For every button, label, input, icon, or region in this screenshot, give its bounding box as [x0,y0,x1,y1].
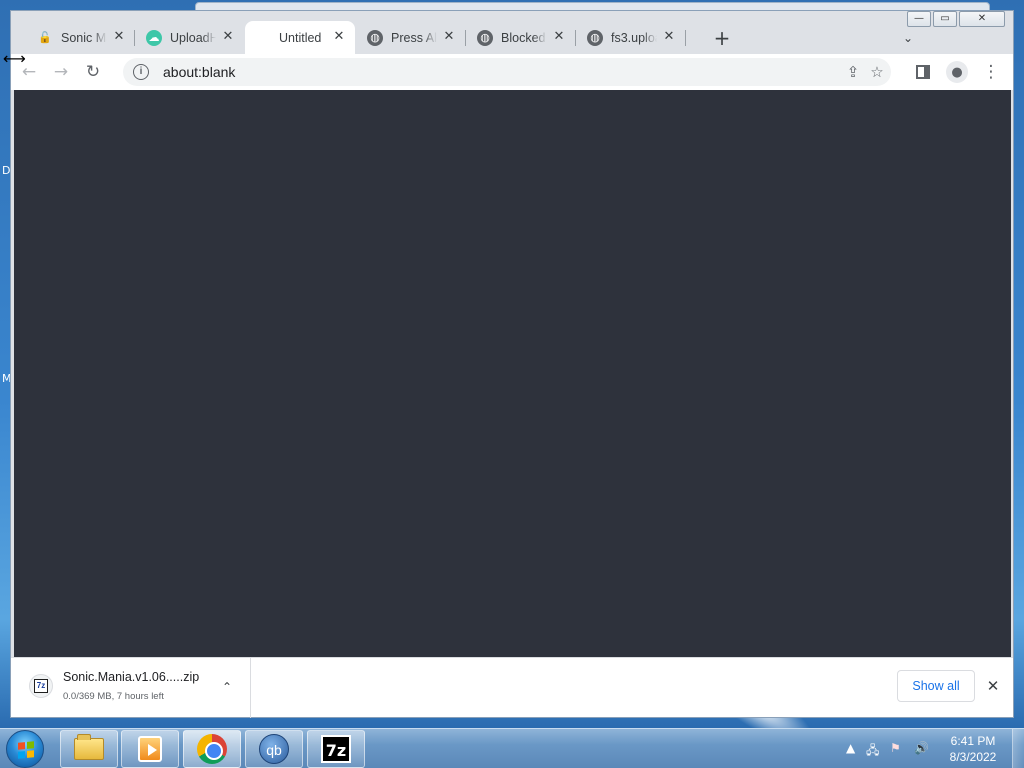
tab-title: Sonic Mania [61,30,107,45]
download-status: 0.0/369 MB, 7 hours left [63,691,164,702]
tab-separator [134,30,135,46]
close-icon[interactable]: ✕ [331,29,347,45]
close-icon[interactable]: ✕ [220,29,236,45]
profile-icon: ● [946,61,968,83]
tab-title: Untitled [279,30,322,45]
tab-title: UploadHaven [170,30,216,45]
chrome-window: — ▭ ✕ 🔓 Sonic Mania ✕ ☁ UploadHaven ✕ Un… [10,10,1014,718]
close-icon[interactable]: ✕ [111,29,127,45]
tab-separator [465,30,466,46]
show-all-button[interactable]: Show all [897,670,975,702]
download-shelf: 7z Sonic.Mania.v1.06.....zip 0.0/369 MB,… [11,657,1013,718]
tab-title: fs3.uploadhaven [611,30,657,45]
start-button[interactable] [6,730,44,768]
address-bar[interactable]: i about:blank ⇪ ☆ [123,58,891,86]
tab-strip: 🔓 Sonic Mania ✕ ☁ UploadHaven ✕ Untitled… [27,21,1013,54]
tab-press-allow[interactable]: ◍ Press Allow ✕ [357,21,465,54]
chevron-up-icon[interactable]: ⌃ [218,678,236,696]
system-tray: ▲ 🖧 ⚑ 🔊 6:41 PM 8/3/2022 [840,729,1024,768]
new-tab-button[interactable]: + [709,25,735,51]
clock[interactable]: 6:41 PM 8/3/2022 [940,733,1006,765]
star-icon[interactable]: ☆ [867,62,887,82]
clock-time: 6:41 PM [950,734,996,748]
download-item[interactable]: 7z Sonic.Mania.v1.06.....zip 0.0/369 MB,… [11,658,251,718]
network-icon[interactable]: 🖧 [866,741,879,762]
tab-search-button[interactable]: ⌄ [897,27,919,49]
url-text[interactable]: about:blank [163,64,235,80]
taskbar-qbittorrent[interactable]: qb [245,730,303,768]
page-viewport[interactable] [14,90,1011,657]
tab-blocked[interactable]: ◍ Blocked ✕ [467,21,575,54]
globe-icon: ◍ [477,29,493,46]
taskbar-7zip[interactable]: 7z [307,730,365,768]
volume-icon[interactable]: 🔊 [914,741,929,755]
clock-date: 8/3/2022 [949,750,997,764]
menu-button[interactable]: ⋮ [977,58,1005,86]
7zip-icon: 7z [321,735,351,763]
sevenz-file-label: 7z [34,679,48,693]
tab-separator [575,30,576,46]
show-desktop-button[interactable] [1012,729,1024,768]
folder-icon [74,734,104,760]
action-center-flag-icon[interactable]: ⚑ [890,741,901,755]
taskbar-explorer[interactable] [60,730,118,768]
tab-sonic-mania[interactable]: 🔓 Sonic Mania ✕ [27,21,135,54]
side-panel-button[interactable] [909,58,937,86]
tab-fs3-uploadhaven[interactable]: ◍ fs3.uploadhaven ✕ [577,21,685,54]
close-icon[interactable]: ✕ [441,29,457,45]
globe-icon: ◍ [367,29,383,46]
file-7z-icon: 7z [29,674,53,698]
tab-title: Press Allow [391,30,437,45]
arrow-right-icon: → [53,62,69,82]
tab-uploadhaven[interactable]: ☁ UploadHaven ✕ [136,21,244,54]
tab-title: Blocked [501,30,546,45]
profile-button[interactable]: ● [943,58,971,86]
media-player-icon [138,736,162,762]
browser-toolbar: ← → ↻ i about:blank ⇪ ☆ ● ⋮ [11,54,1013,90]
resize-cursor-icon: ⟷ [3,49,26,68]
close-icon[interactable]: ✕ [661,29,677,45]
close-download-shelf-button[interactable]: ✕ [983,676,1003,696]
tab-separator [685,30,686,46]
info-icon[interactable]: i [133,64,149,80]
share-icon[interactable]: ⇪ [843,62,863,82]
taskbar-chrome[interactable] [183,730,241,768]
show-hidden-icons-icon[interactable]: ▲ [846,741,855,755]
toolbar-right: ● ⋮ [909,58,1005,86]
lock-red-icon: 🔓 [38,31,52,44]
cloud-upload-icon: ☁ [146,29,162,46]
reload-icon: ↻ [85,62,101,82]
globe-icon: ◍ [587,29,603,46]
tab-untitled[interactable]: Untitled ✕ [245,21,355,54]
forward-button[interactable]: → [47,58,75,86]
taskbar-media-player[interactable] [121,730,179,768]
reload-button[interactable]: ↻ [79,58,107,86]
close-icon[interactable]: ✕ [551,29,567,45]
more-vert-icon: ⋮ [982,62,1000,82]
qbittorrent-icon: qb [259,734,289,764]
download-filename: Sonic.Mania.v1.06.....zip [63,670,200,684]
taskbar: qb 7z ▲ 🖧 ⚑ 🔊 6:41 PM 8/3/2022 [0,728,1024,768]
chrome-icon [197,734,227,764]
side-panel-icon [916,65,930,79]
